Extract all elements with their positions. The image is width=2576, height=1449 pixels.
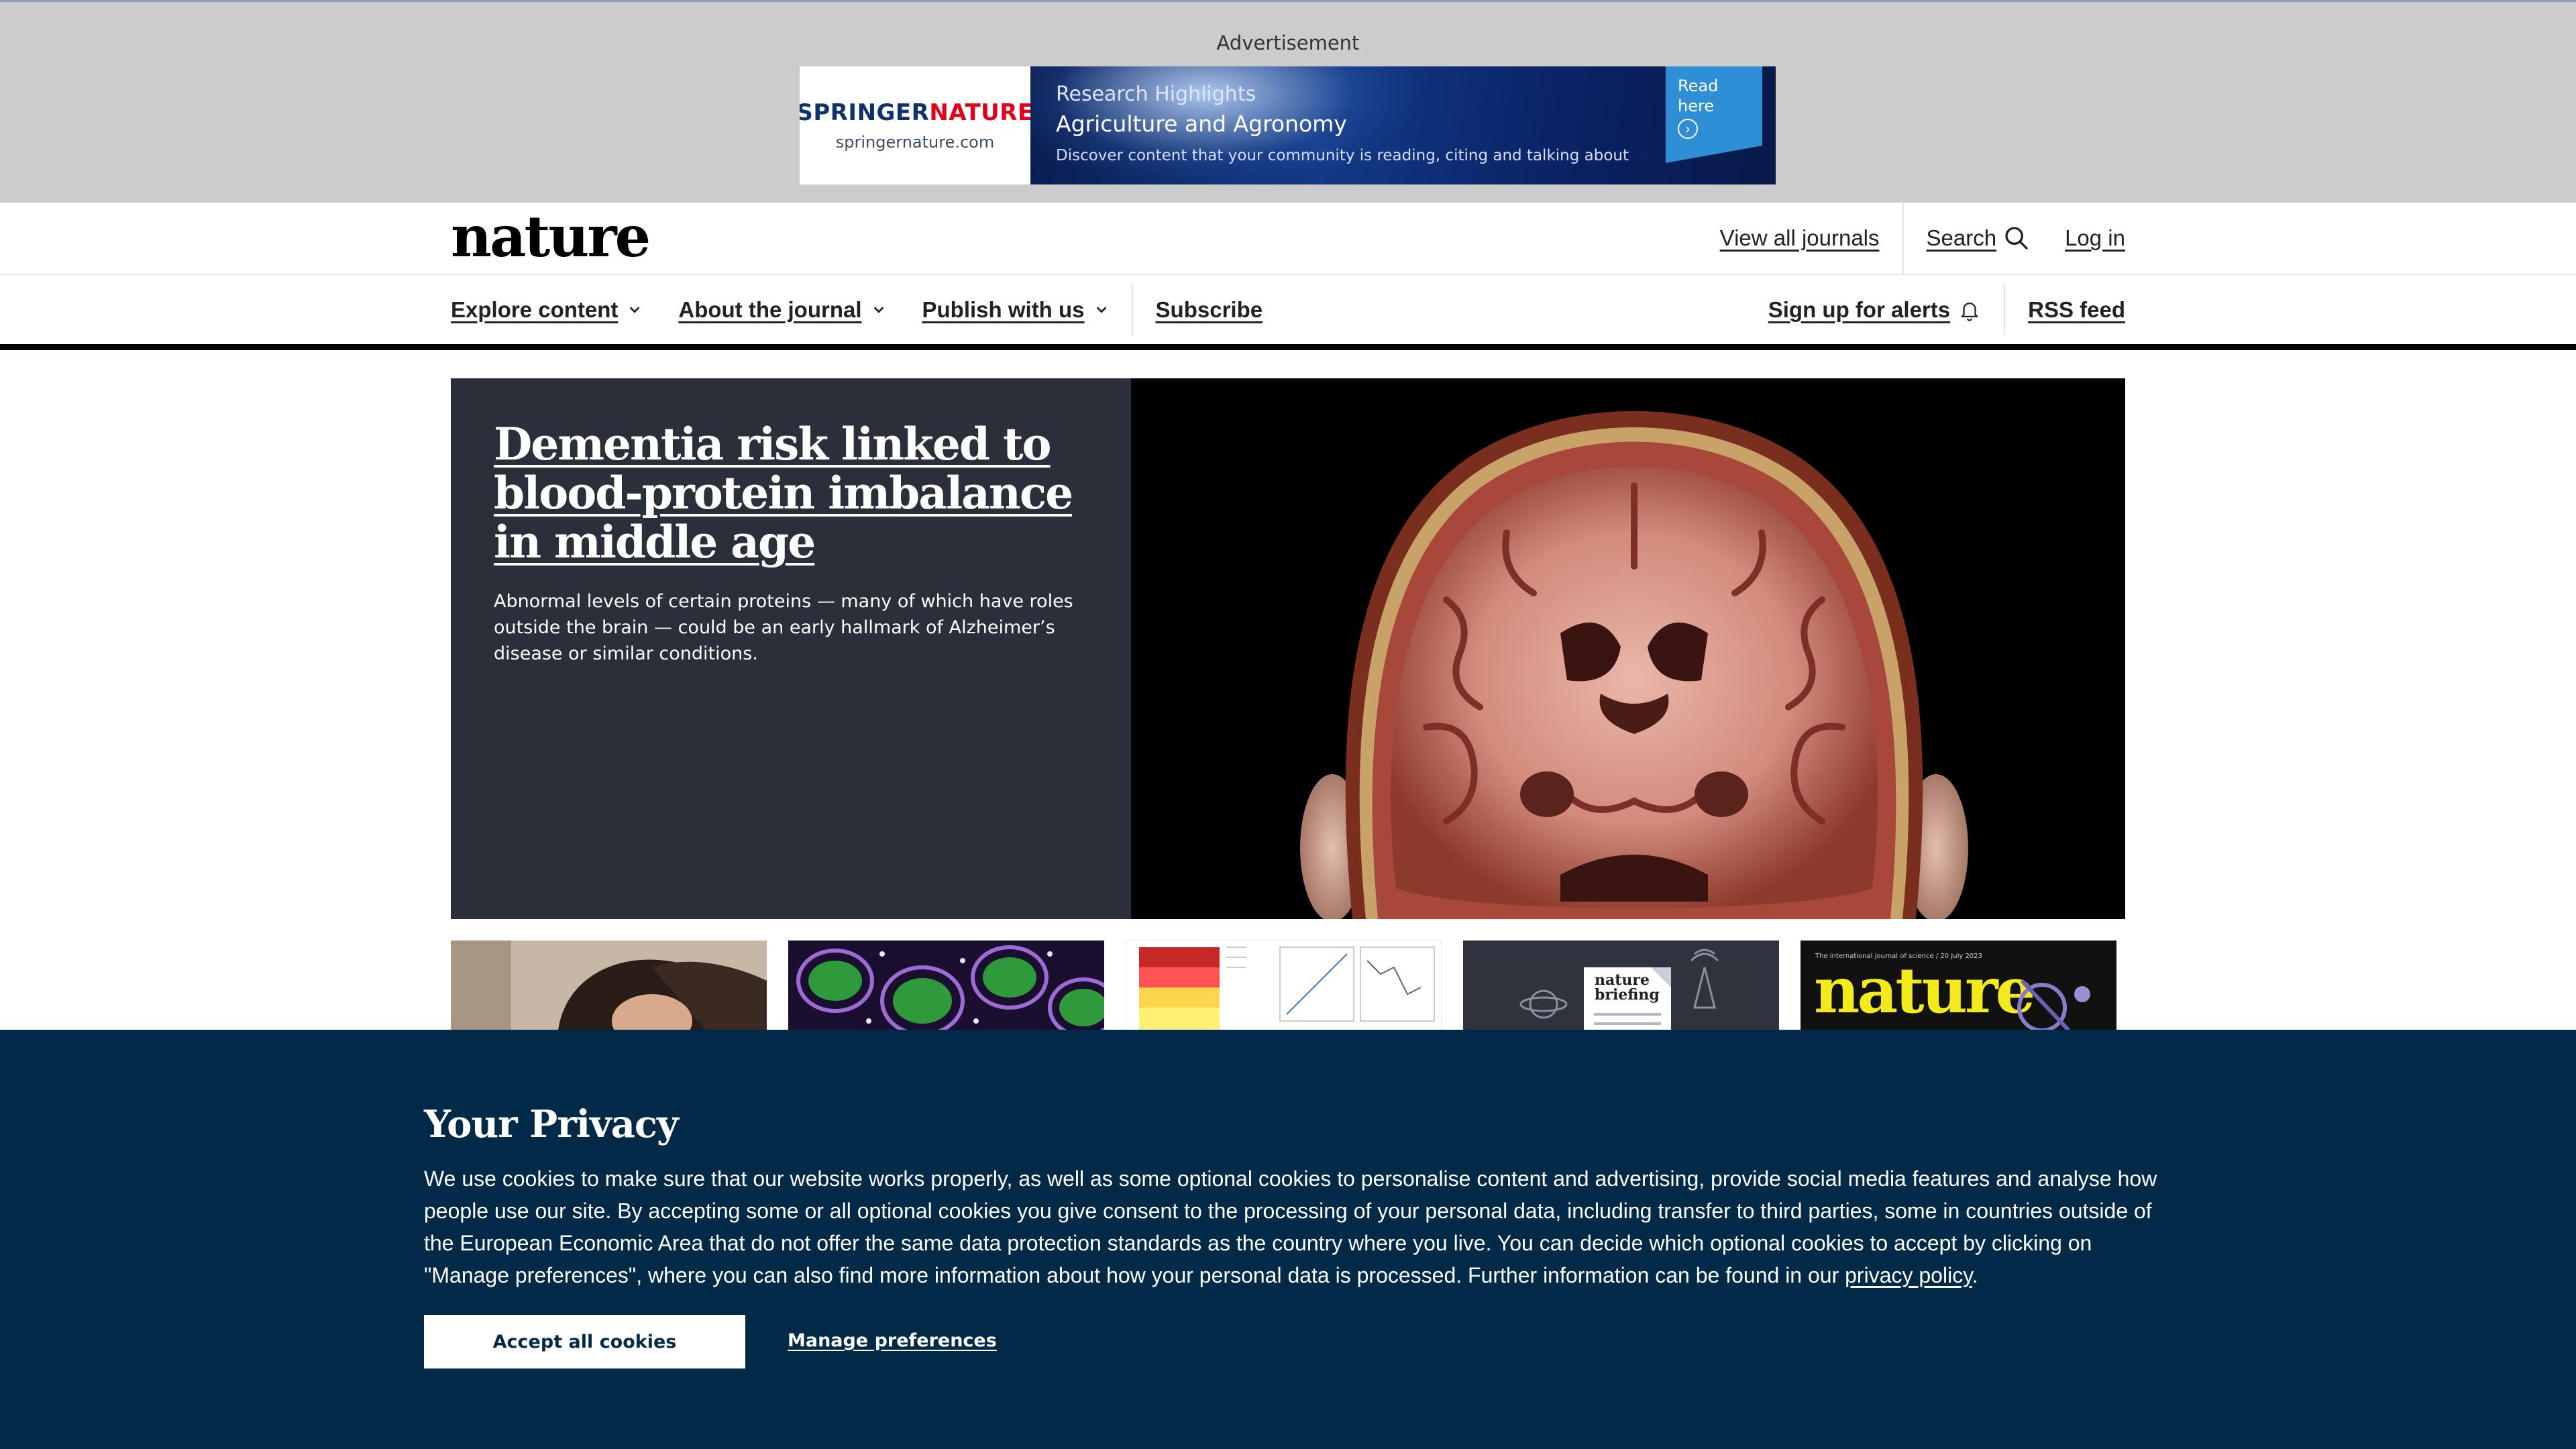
hero-article: Dementia risk linked to blood-protein im… xyxy=(451,378,2125,919)
cookie-consent-banner: Your Privacy We use cookies to make sure… xyxy=(0,1030,2576,1449)
thumbnail-journal-cover[interactable]: The international journal of science / 2… xyxy=(1801,941,2116,1030)
nav-about-the-journal-label: About the journal xyxy=(678,297,862,322)
nav-explore-content-label: Explore content xyxy=(451,297,619,322)
ad-brand-logo: SPRINGERNATURE xyxy=(800,99,1034,126)
nav-explore-content[interactable]: Explore content xyxy=(451,297,642,323)
cookie-body-end: . xyxy=(1972,1263,1978,1287)
nav-publish-with-us[interactable]: Publish with us xyxy=(922,297,1109,323)
hero-standfirst: Abnormal levels of certain proteins — ma… xyxy=(494,591,1073,664)
cookie-title: Your Privacy xyxy=(424,1102,679,1146)
nav-about-the-journal[interactable]: About the journal xyxy=(678,297,885,323)
cover-art xyxy=(2017,979,2090,1030)
header-divider xyxy=(1902,203,1904,274)
log-in-link[interactable]: Log in xyxy=(2065,225,2125,251)
briefing-logo-line-1: nature xyxy=(1595,971,1650,989)
nav-divider xyxy=(2004,284,2006,335)
search-button[interactable]: Search xyxy=(1927,225,2031,252)
advertisement-label: Advertisement xyxy=(1216,32,1360,54)
brain-illustration xyxy=(1131,378,2125,919)
cookie-text: We use cookies to make sure that our web… xyxy=(424,1163,2175,1291)
chevron-down-icon xyxy=(873,306,883,313)
rss-feed-link[interactable]: RSS feed xyxy=(2028,297,2125,323)
ad-brand-url: springernature.com xyxy=(835,133,995,152)
thumbnail-nature-briefing[interactable]: nature briefing xyxy=(1463,941,1779,1030)
ad-brand-word-1: SPRINGER xyxy=(800,99,930,126)
nav-subscribe[interactable]: Subscribe xyxy=(1156,297,1263,323)
view-all-journals-link[interactable]: View all journals xyxy=(1720,225,1880,251)
site-header: nature View all journals Search Log in xyxy=(0,203,2576,275)
chevron-right-circle-icon: › xyxy=(1678,119,1698,139)
bell-icon xyxy=(1961,302,1978,321)
briefing-logo-line-2: briefing xyxy=(1595,986,1660,1004)
chevron-down-icon xyxy=(1096,306,1106,313)
nav-publish-with-us-label: Publish with us xyxy=(922,297,1085,322)
thumbnail-row: nature briefing The international journa… xyxy=(451,941,2125,1030)
nav-divider xyxy=(1131,284,1133,335)
hero-text-panel: Dementia risk linked to blood-protein im… xyxy=(451,378,1131,919)
privacy-policy-link[interactable]: privacy policy xyxy=(1845,1263,1972,1287)
header-utility-links: View all journals Search Log in xyxy=(1720,203,2125,274)
ad-tagline: Discover content that your community is … xyxy=(1056,147,1629,164)
sign-up-for-alerts-link[interactable]: Sign up for alerts xyxy=(1768,297,1981,323)
thumbnail-person-photo[interactable] xyxy=(451,941,767,1030)
ad-kicker: Research Highlights xyxy=(1056,83,1256,106)
ad-brand-panel: SPRINGERNATURE springernature.com xyxy=(800,66,1033,184)
figure-charts-image xyxy=(1126,941,1442,1030)
hero-image-brain-scan[interactable] xyxy=(1131,378,2125,919)
ad-brand-word-2: NATURE xyxy=(929,99,1034,126)
alerts-label: Sign up for alerts xyxy=(1768,297,1951,322)
nature-logo[interactable]: nature xyxy=(451,207,651,267)
ad-visual: Research Highlights Agriculture and Agro… xyxy=(1030,66,1776,184)
ad-headline: Agriculture and Agronomy xyxy=(1056,111,1347,137)
search-label: Search xyxy=(1926,225,1997,250)
microscopy-image xyxy=(788,941,1104,1030)
hero-title-link[interactable]: Dementia risk linked to blood-protein im… xyxy=(494,420,1088,567)
manage-preferences-link[interactable]: Manage preferences xyxy=(788,1330,997,1351)
ad-banner[interactable]: SPRINGERNATURE springernature.com Resear… xyxy=(800,66,1776,184)
ad-cta-line-1: Read xyxy=(1678,76,1719,95)
advertisement-band: Advertisement SPRINGERNATURE springernat… xyxy=(0,0,2576,203)
search-icon xyxy=(2005,227,2028,250)
briefing-logo: nature briefing xyxy=(1595,973,1660,1002)
thumbnail-microscopy[interactable] xyxy=(788,941,1104,1030)
ad-read-here-button[interactable]: Read here › xyxy=(1666,66,1762,163)
accept-all-cookies-button[interactable]: Accept all cookies xyxy=(424,1315,745,1368)
chevron-down-icon xyxy=(629,306,640,313)
ad-cta-line-2: here xyxy=(1678,97,1715,115)
thumbnail-figure-charts[interactable] xyxy=(1126,941,1442,1030)
main-nav: Explore content About the journal Publis… xyxy=(0,275,2576,350)
person-photo-image xyxy=(451,941,767,1030)
